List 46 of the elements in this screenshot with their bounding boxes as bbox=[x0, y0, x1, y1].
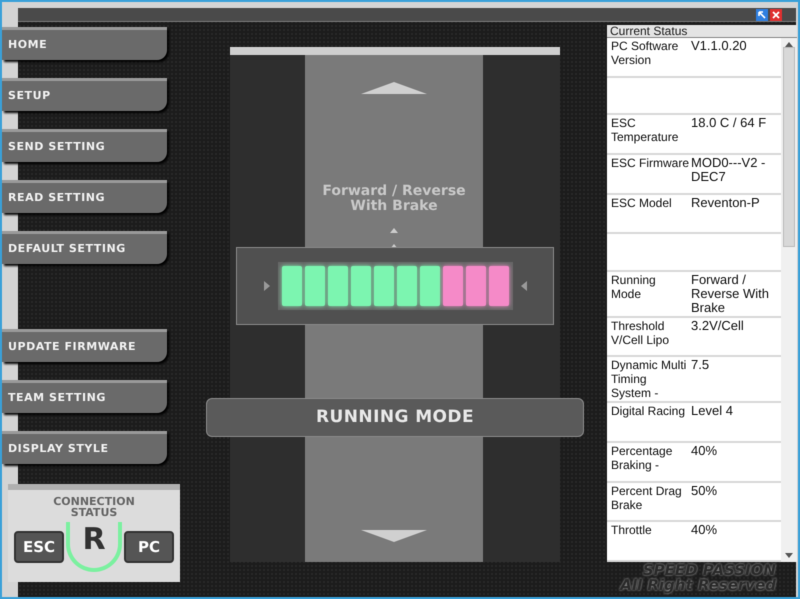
scroll-down-icon[interactable] bbox=[785, 553, 793, 558]
menu-button[interactable]: SETUP bbox=[2, 78, 167, 111]
footer-logo-text: All Right Reserved bbox=[620, 578, 776, 593]
down-arrow-icon bbox=[361, 530, 427, 542]
status-value: 50% bbox=[690, 484, 718, 500]
menu-button[interactable]: DEFAULT SETTING bbox=[2, 231, 167, 264]
status-value: 40% bbox=[690, 444, 718, 460]
status-label: Percentage Braking - bbox=[611, 444, 674, 474]
mode-text: Forward / Reverse With Brake bbox=[321, 184, 467, 214]
connection-title: CONNECTION STATUS bbox=[52, 496, 136, 518]
running-mode-button[interactable]: RUNNING MODE bbox=[206, 398, 584, 437]
status-label: ESC Firmware bbox=[611, 156, 689, 172]
status-value: V1.1.0.20 bbox=[690, 39, 748, 55]
close-icon[interactable] bbox=[770, 9, 782, 21]
status-value: 3.2V/Cell bbox=[690, 318, 745, 335]
right-pointer-icon bbox=[264, 281, 270, 291]
status-label: Dynamic Multi Timing System - bbox=[611, 358, 688, 400]
status-value: 40% bbox=[690, 523, 718, 540]
menu-button[interactable]: DISPLAY STYLE bbox=[2, 431, 167, 464]
status-label: Throttle bbox=[611, 523, 653, 540]
footer-logo-text: SPEED PASSION bbox=[642, 563, 776, 578]
status-value: Reventon-P bbox=[690, 196, 761, 212]
esc-indicator: ESC bbox=[14, 531, 64, 563]
menu-button[interactable]: SEND SETTING bbox=[2, 129, 167, 162]
status-label: Digital Racing bbox=[611, 404, 686, 420]
scrollbar-thumb[interactable] bbox=[783, 47, 795, 247]
menu-button[interactable]: TEAM SETTING bbox=[2, 380, 167, 413]
menu-button[interactable]: HOME bbox=[2, 27, 167, 60]
status-label: Threshold V/Cell Lipo bbox=[611, 318, 670, 349]
status-value: Forward / Reverse With Brake bbox=[690, 272, 770, 315]
status-value: 7.5 bbox=[690, 358, 710, 374]
menu-button[interactable]: READ SETTING bbox=[2, 180, 167, 213]
status-label: ESC Temperature bbox=[611, 116, 680, 146]
menu-button[interactable]: UPDATE FIRMWARE bbox=[2, 329, 167, 362]
status-value: MOD0---V2 -DEC7 bbox=[690, 156, 766, 186]
status-label: Running Mode bbox=[611, 272, 657, 303]
status-title: Current Status bbox=[607, 25, 797, 38]
status-label: Percent Drag Brake bbox=[611, 484, 683, 514]
status-label: ESC Model bbox=[611, 196, 673, 212]
status-value: Level 4 bbox=[690, 404, 734, 420]
up-arrow-icon bbox=[361, 82, 427, 94]
status-value: 18.0 C / 64 F bbox=[690, 116, 768, 132]
left-pointer-icon bbox=[520, 281, 526, 291]
restore-icon[interactable] bbox=[756, 9, 768, 21]
pc-indicator: PC bbox=[124, 531, 174, 563]
status-label: PC Software Version bbox=[611, 39, 680, 69]
